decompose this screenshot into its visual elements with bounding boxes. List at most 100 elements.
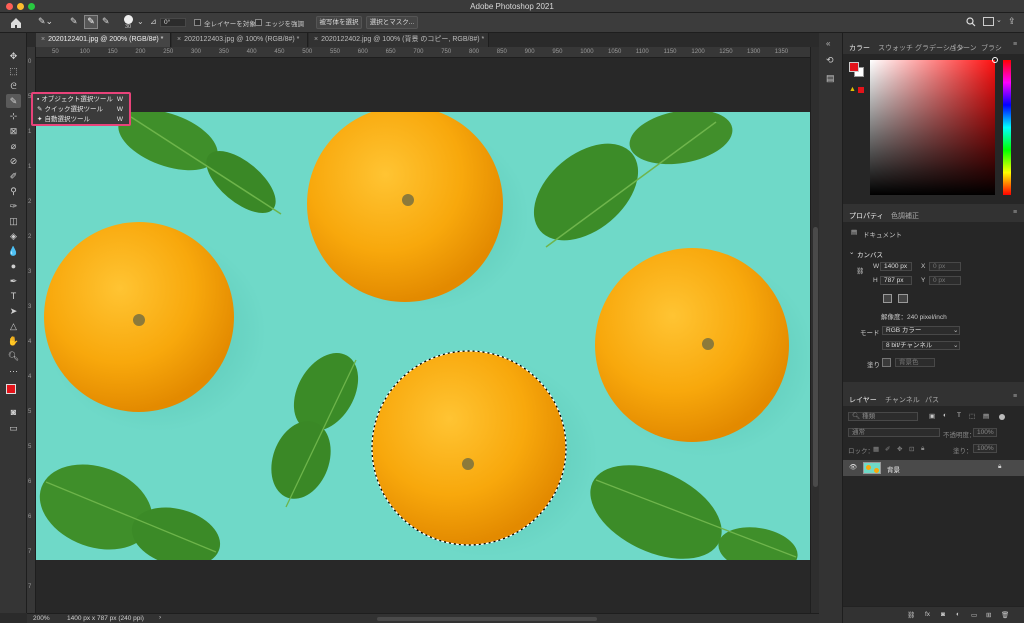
new-layer-icon[interactable]: ⊞	[986, 611, 991, 619]
quick-mask-icon[interactable]: ◙	[6, 405, 21, 419]
brush-picker-chevron-icon[interactable]: ⌄	[137, 17, 144, 26]
tab-2020122401[interactable]: × 2020122401.jpg @ 200% (RGB/8#) *	[36, 33, 171, 47]
opacity-input[interactable]: 100%	[973, 428, 997, 437]
document-image[interactable]	[36, 112, 810, 560]
tab-paths[interactable]: パス	[925, 395, 939, 405]
filter-pixel-icon[interactable]: ▣	[929, 412, 935, 420]
tab-2020122402[interactable]: × 2020122402.jpg @ 100% (背景 のコピー, RGB/8#)…	[309, 33, 489, 47]
quick-selection-tool-icon[interactable]: ✎	[6, 94, 21, 108]
lock-transparent-icon[interactable]: ▦	[873, 445, 879, 453]
share-icon[interactable]: ⇪	[1008, 16, 1016, 27]
select-subject-button[interactable]: 被写体を選択	[316, 16, 362, 29]
lasso-tool-icon[interactable]: ᘓ	[6, 79, 21, 93]
more-tools-icon[interactable]: ⋯	[6, 364, 21, 378]
dodge-tool-icon[interactable]: ●	[6, 259, 21, 273]
blend-mode-select[interactable]: 通常	[848, 428, 940, 437]
panel-menu-icon[interactable]: ≡	[1013, 209, 1017, 216]
collapse-panels-icon[interactable]: «	[826, 39, 830, 48]
link-layers-icon[interactable]: ⛓	[907, 611, 915, 619]
link-dimensions-icon[interactable]: ⛓	[856, 267, 864, 275]
filter-smart-object-icon[interactable]: ▤	[983, 412, 989, 420]
filter-toggle-icon[interactable]	[999, 414, 1005, 420]
brush-tool-icon[interactable]: ✐	[6, 169, 21, 183]
zoom-level[interactable]: 200%	[33, 615, 50, 622]
flyout-item-quick-selection[interactable]: ✎ クイック選択ツール W	[37, 105, 127, 115]
home-icon[interactable]	[10, 17, 22, 29]
lock-position-icon[interactable]: ✥	[897, 445, 902, 453]
filter-shape-icon[interactable]: ⬚	[969, 412, 975, 420]
width-input[interactable]: 1400 px	[880, 262, 912, 271]
new-group-icon[interactable]: ▭	[971, 611, 977, 619]
angle-input[interactable]: 0°	[160, 18, 186, 27]
crop-tool-icon[interactable]: ⊹	[6, 109, 21, 123]
panel-menu-icon[interactable]: ≡	[1013, 41, 1017, 48]
frame-tool-icon[interactable]: ⊠	[6, 124, 21, 138]
add-mask-icon[interactable]: ◙	[941, 611, 945, 618]
tab-2020122403[interactable]: × 2020122403.jpg @ 100% (RGB/8#) *	[172, 33, 308, 47]
eraser-tool-icon[interactable]: ◫	[6, 214, 21, 228]
tab-adjustments[interactable]: 色調補正	[891, 211, 919, 221]
close-tab-icon[interactable]: ×	[41, 36, 45, 43]
layer-name[interactable]: 背景	[887, 464, 900, 474]
history-brush-tool-icon[interactable]: ✑	[6, 199, 21, 213]
enhance-edge-checkbox[interactable]	[255, 19, 262, 26]
tab-patterns[interactable]: パターン	[949, 43, 977, 53]
subtract-from-selection-brush-icon[interactable]: ✎	[102, 16, 110, 27]
color-panel-foreground-swatch[interactable]	[849, 62, 859, 72]
add-to-selection-brush-icon[interactable]: ✎	[84, 15, 98, 29]
tab-layers[interactable]: レイヤー	[849, 395, 877, 405]
marquee-tool-icon[interactable]: ⬚	[6, 64, 21, 78]
path-selection-tool-icon[interactable]: ➤	[6, 304, 21, 318]
brush-tip-icon[interactable]	[124, 15, 133, 24]
search-icon[interactable]	[966, 17, 976, 27]
blur-tool-icon[interactable]: 💧	[6, 244, 21, 258]
layer-row-background[interactable]: 👁︎ 背景 🔒︎	[843, 460, 1024, 476]
shape-tool-icon[interactable]: △	[6, 319, 21, 333]
hue-slider[interactable]	[1003, 60, 1011, 195]
close-tab-icon[interactable]: ×	[177, 36, 181, 43]
x-input[interactable]: 0 px	[929, 262, 961, 271]
delete-layer-icon[interactable]: 🗑︎	[1001, 611, 1009, 619]
tab-channels[interactable]: チャンネル	[885, 395, 920, 405]
screen-mode-icon[interactable]: ▭	[6, 421, 21, 435]
bit-depth-chevron-icon[interactable]: ⌄	[953, 341, 958, 349]
type-tool-icon[interactable]: T	[6, 289, 21, 303]
layer-filter-select[interactable]: 🔍︎ 種類	[848, 412, 918, 421]
color-picker-cursor[interactable]	[992, 57, 998, 63]
eyedropper-tool-icon[interactable]: ⌀	[6, 139, 21, 153]
libraries-panel-icon[interactable]: ▤	[826, 73, 835, 84]
foreground-color-swatch[interactable]	[6, 384, 16, 394]
mode-chevron-icon[interactable]: ⌄	[953, 326, 958, 334]
tab-properties[interactable]: プロパティ	[849, 211, 884, 221]
history-panel-icon[interactable]: ⟲	[826, 55, 834, 66]
status-menu-arrow-icon[interactable]: ›	[159, 614, 161, 621]
pen-tool-icon[interactable]: ✒	[6, 274, 21, 288]
move-tool-icon[interactable]: ✥	[6, 49, 21, 63]
height-input[interactable]: 787 px	[880, 276, 912, 285]
fill-color-swatch[interactable]	[882, 358, 891, 367]
workspace-chevron-icon[interactable]: ⌄	[996, 16, 1002, 24]
quick-selection-preset-icon[interactable]: ✎⌄	[38, 16, 53, 27]
fill-opacity-input[interactable]: 100%	[973, 444, 997, 453]
new-selection-brush-icon[interactable]: ✎	[70, 16, 78, 27]
flyout-item-object-selection[interactable]: ▪ オブジェクト選択ツール W	[37, 95, 127, 105]
horizontal-scroll-thumb[interactable]	[377, 617, 597, 621]
canvas-section-chevron-icon[interactable]: ⌄	[849, 248, 854, 256]
close-tab-icon[interactable]: ×	[314, 36, 318, 43]
vertical-scrollbar[interactable]	[810, 47, 819, 613]
tab-swatches[interactable]: スウォッチ	[878, 43, 913, 53]
layer-style-icon[interactable]: fx	[925, 611, 930, 618]
panel-menu-icon[interactable]: ≡	[1013, 393, 1017, 400]
color-field[interactable]	[870, 57, 998, 195]
y-input[interactable]: 0 px	[929, 276, 961, 285]
lock-all-icon[interactable]: 🔒︎	[921, 445, 924, 453]
vertical-scroll-thumb[interactable]	[813, 227, 818, 487]
lock-artboard-icon[interactable]: ⊡	[909, 445, 914, 453]
fill-select[interactable]: 背景色	[895, 358, 935, 367]
sample-all-layers-checkbox[interactable]	[194, 19, 201, 26]
hand-tool-icon[interactable]: ✋	[6, 334, 21, 348]
landscape-orientation-icon[interactable]	[898, 294, 908, 303]
workspace-icon[interactable]	[983, 17, 994, 26]
adjustment-layer-icon[interactable]: ◐	[956, 611, 960, 618]
healing-brush-tool-icon[interactable]: ⊘	[6, 154, 21, 168]
